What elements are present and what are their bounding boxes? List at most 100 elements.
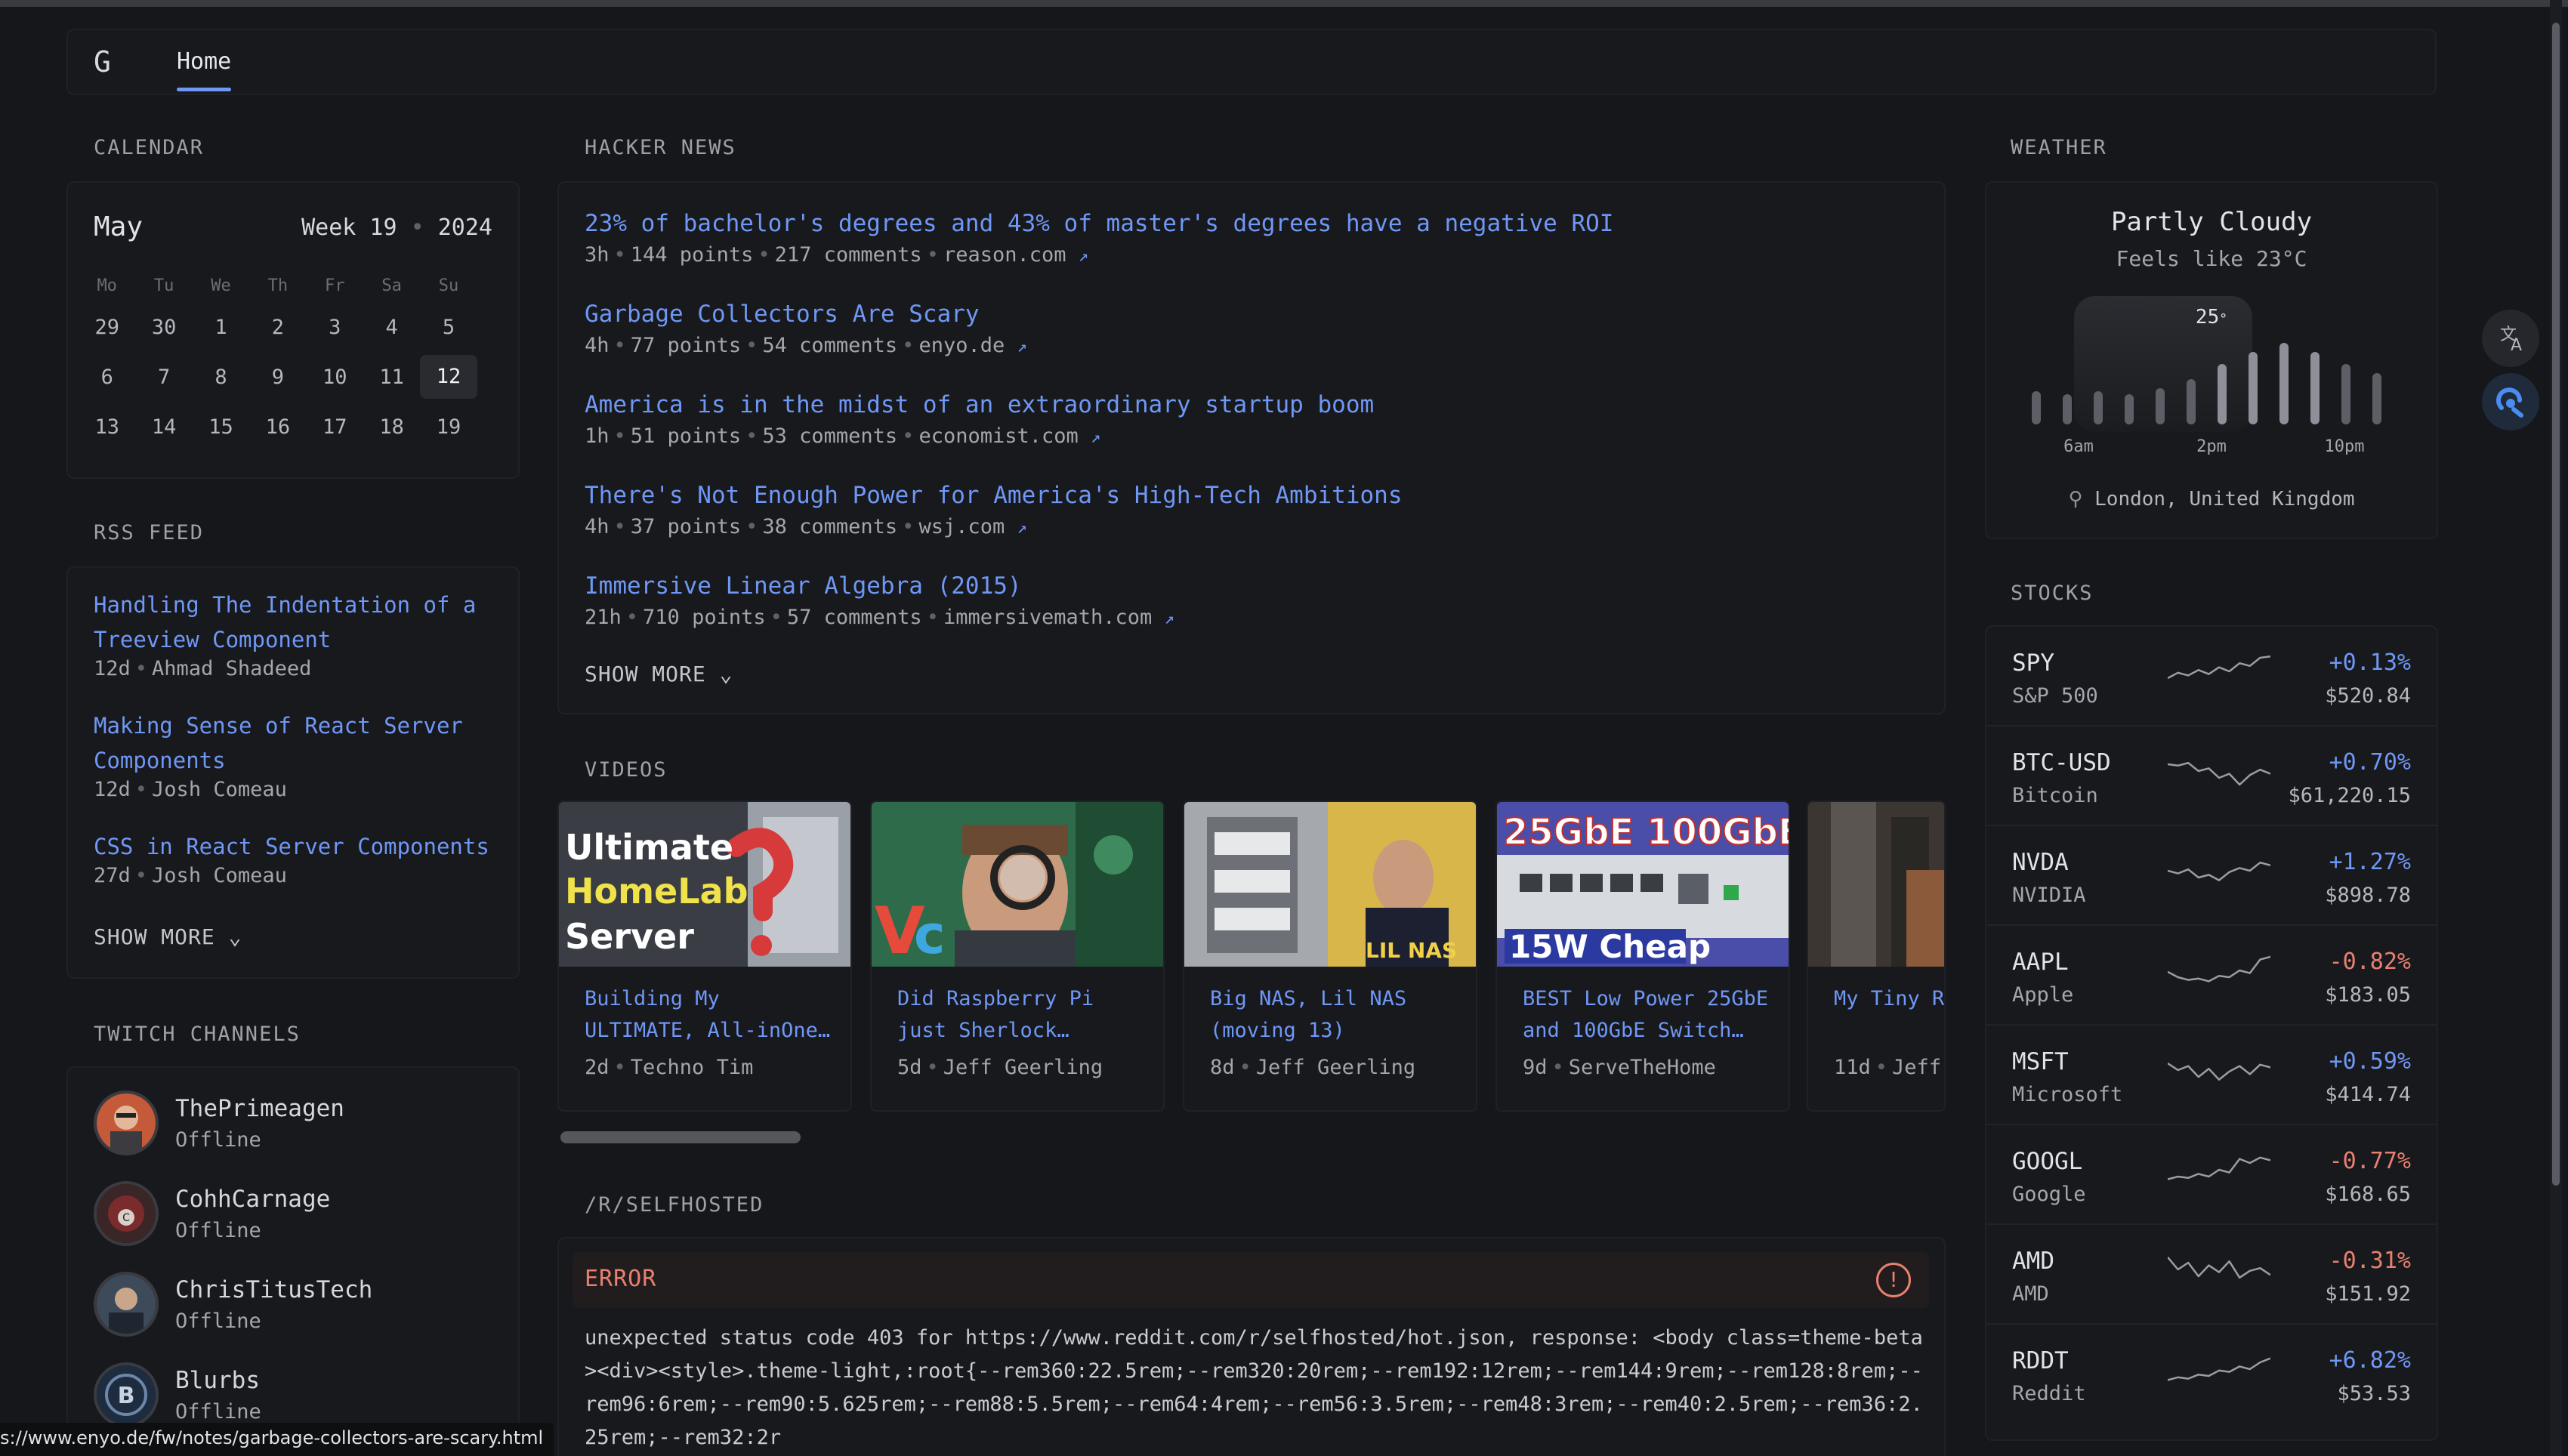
twitch-channel-item[interactable]: ChrisTitusTech Offline xyxy=(94,1272,502,1338)
calendar-day: 9 xyxy=(271,365,284,389)
calendar-day: 18 xyxy=(379,415,404,439)
stock-row[interactable]: MSFT Microsoft +0.59% $414.74 xyxy=(1986,1026,2437,1125)
stock-row[interactable]: AAPL Apple -0.82% $183.05 xyxy=(1986,926,2437,1026)
hn-show-more-button[interactable]: SHOW MORE ⌄ xyxy=(585,662,733,686)
svg-text:15W Cheap: 15W Cheap xyxy=(1509,928,1711,965)
hn-story-domain[interactable]: enyo.de xyxy=(918,334,1005,357)
rss-show-more-button[interactable]: SHOW MORE ⌄ xyxy=(94,924,242,949)
calendar-day: 3 xyxy=(329,315,341,339)
translate-icon: 文 A xyxy=(2500,325,2522,355)
stock-sparkline xyxy=(2168,1256,2270,1279)
twitch-channel-name[interactable]: Blurbs xyxy=(175,1367,260,1394)
hn-story-domain[interactable]: reason.com xyxy=(943,243,1066,267)
video-card[interactable]: Ultimate HomeLab Server Building My ULTI… xyxy=(557,800,852,1112)
calendar-day: 29 xyxy=(94,315,119,339)
hn-story[interactable]: 23% of bachelor's degrees and 43% of mas… xyxy=(585,207,1944,272)
twitch-channel-name[interactable]: ThePrimeagen xyxy=(175,1095,344,1122)
video-thumbnail[interactable]: LIL NAS xyxy=(1184,802,1476,967)
stock-symbol[interactable]: MSFT xyxy=(2012,1048,2069,1075)
video-card[interactable]: LIL NAS Big NAS, Lil NAS (moving 13) 8d •… xyxy=(1183,800,1477,1112)
twitch-channels-widget: ThePrimeagen Offline C CohhCarnage Offli… xyxy=(66,1066,520,1456)
stock-price: $414.74 xyxy=(2325,1083,2411,1106)
stock-price: $898.78 xyxy=(2325,884,2411,907)
svg-text:HomeLab: HomeLab xyxy=(565,871,748,912)
video-title[interactable]: My Tiny R xyxy=(1834,983,1944,1015)
twitch-channel-item[interactable]: ThePrimeagen Offline xyxy=(94,1090,502,1157)
hn-story-domain[interactable]: wsj.com xyxy=(918,515,1005,538)
stock-symbol[interactable]: BTC-USD xyxy=(2012,749,2111,776)
video-thumbnail[interactable]: 25GbE 100GbE 15W Cheap xyxy=(1497,802,1789,967)
video-thumbnail[interactable] xyxy=(1808,802,1944,967)
stock-symbol[interactable]: RDDT xyxy=(2012,1347,2069,1374)
stocks-widget: SPY S&P 500 +0.13% $520.84 BTC-USD Bitcoin +0.… xyxy=(1985,625,2438,1441)
stock-change: -0.77% xyxy=(2329,1148,2411,1174)
app-logo[interactable]: G xyxy=(94,45,111,79)
hn-story[interactable]: Garbage Collectors Are Scary 4h • 77 point… xyxy=(585,298,1944,362)
weather-location: ⚲ London, United Kingdom xyxy=(2068,488,2355,511)
stock-row[interactable]: SPY S&P 500 +0.13% $520.84 xyxy=(1986,627,2437,726)
twitch-channel-name[interactable]: ChrisTitusTech xyxy=(175,1276,372,1303)
hn-story-title[interactable]: America is in the midst of an extraordin… xyxy=(585,388,1944,421)
hn-story[interactable]: Immersive Linear Algebra (2015) 21h • 710 … xyxy=(585,569,1944,634)
svg-text:B: B xyxy=(118,1383,135,1409)
stock-row[interactable]: GOOGL Google -0.77% $168.65 xyxy=(1986,1125,2437,1225)
video-thumbnail[interactable]: V c xyxy=(872,802,1163,967)
stock-row[interactable]: AMD AMD -0.31% $151.92 xyxy=(1986,1225,2437,1325)
calendar-weekday: Fr xyxy=(325,276,345,295)
stock-row[interactable]: BTC-USD Bitcoin +0.70% $61,220.15 xyxy=(1986,726,2437,826)
video-card[interactable]: 25GbE 100GbE 15W Cheap BEST Low Power 25… xyxy=(1495,800,1790,1112)
video-title[interactable]: Building My ULTIMATE, All-inOne… xyxy=(585,983,834,1047)
calendar-day: 7 xyxy=(157,365,171,389)
hn-story-domain[interactable]: economist.com xyxy=(918,424,1078,448)
video-card[interactable]: My Tiny R 11d • Jeff xyxy=(1807,800,1946,1112)
hn-story-title[interactable]: 23% of bachelor's degrees and 43% of mas… xyxy=(585,207,1944,240)
twitch-channel-name[interactable]: CohhCarnage xyxy=(175,1186,330,1213)
calendar-grid: Mo Tu We Th Fr Sa Su 29 30 1 2 3 4 5 6 7 8 9 10 11 12 13 14 15 1… xyxy=(79,269,511,452)
hn-story-domain[interactable]: immersivemath.com xyxy=(943,606,1152,629)
video-title[interactable]: Big NAS, Lil NAS (moving 13) xyxy=(1210,983,1459,1047)
stock-symbol[interactable]: AAPL xyxy=(2012,949,2069,976)
rss-item[interactable]: CSS in React Server Components 27d • Josh … xyxy=(94,829,502,887)
twitch-channel-item[interactable]: B Blurbs Offline xyxy=(94,1362,502,1429)
rss-item-title[interactable]: Handling The Indentation of a Treeview C… xyxy=(94,588,502,657)
twitch-channel-item[interactable]: C CohhCarnage Offline xyxy=(94,1181,502,1248)
nav-tab-home[interactable]: Home xyxy=(177,48,231,75)
hn-story[interactable]: There's Not Enough Power for America's H… xyxy=(585,479,1944,544)
stock-symbol[interactable]: SPY xyxy=(2012,649,2054,677)
video-title[interactable]: Did Raspberry Pi just Sherlock… xyxy=(897,983,1147,1047)
hn-story-title[interactable]: Immersive Linear Algebra (2015) xyxy=(585,569,1944,603)
stock-symbol[interactable]: NVDA xyxy=(2012,849,2069,876)
rss-item-meta: 12d • Josh Comeau xyxy=(94,778,287,801)
videos-horizontal-scrollbar[interactable] xyxy=(560,1131,801,1143)
video-title[interactable]: BEST Low Power 25GbE and 100GbE Switch… xyxy=(1523,983,1772,1047)
assistant-button[interactable] xyxy=(2482,373,2539,430)
calendar-week-row: 13 14 15 16 17 18 19 xyxy=(79,402,511,452)
page-vertical-scrollbar[interactable] xyxy=(2550,0,2562,1456)
calendar-day: 6 xyxy=(100,365,113,389)
rss-item-title[interactable]: Making Sense of React Server Components xyxy=(94,708,502,778)
rss-item-title[interactable]: CSS in React Server Components xyxy=(94,829,502,864)
stock-change: +0.13% xyxy=(2329,649,2411,676)
stock-row[interactable]: NVDA NVIDIA +1.27% $898.78 xyxy=(1986,826,2437,926)
stock-symbol[interactable]: GOOGL xyxy=(2012,1148,2082,1175)
calendar-day: 30 xyxy=(151,315,177,339)
rss-item[interactable]: Handling The Indentation of a Treeview C… xyxy=(94,588,502,680)
svg-text:Ultimate: Ultimate xyxy=(565,827,733,868)
hn-story-title[interactable]: Garbage Collectors Are Scary xyxy=(585,298,1944,331)
stock-symbol[interactable]: AMD xyxy=(2012,1248,2054,1275)
stock-row[interactable]: RDDT Reddit +6.82% $53.53 xyxy=(1986,1325,2437,1424)
selfhosted-widget: ERROR ! unexpected status code 403 for h… xyxy=(557,1237,1946,1456)
weather-hour-bar xyxy=(2218,364,2227,424)
translate-button[interactable]: 文 A xyxy=(2482,310,2539,367)
weather-hour-bar xyxy=(2341,364,2350,424)
video-thumbnail[interactable]: Ultimate HomeLab Server xyxy=(559,802,850,967)
videos-section-title: VIDEOS xyxy=(585,758,668,782)
scrollbar-thumb[interactable] xyxy=(2552,23,2560,1186)
stock-sparkline xyxy=(2168,1156,2270,1180)
video-card[interactable]: V c Did Raspberry Pi just Sherlock… 5d • J… xyxy=(870,800,1165,1112)
hn-story[interactable]: America is in the midst of an extraordin… xyxy=(585,388,1944,453)
rss-feed-widget: Handling The Indentation of a Treeview C… xyxy=(66,566,520,979)
rss-item[interactable]: Making Sense of React Server Components … xyxy=(94,708,502,801)
hn-story-title[interactable]: There's Not Enough Power for America's H… xyxy=(585,479,1944,512)
weather-hour-bar xyxy=(2249,352,2258,424)
